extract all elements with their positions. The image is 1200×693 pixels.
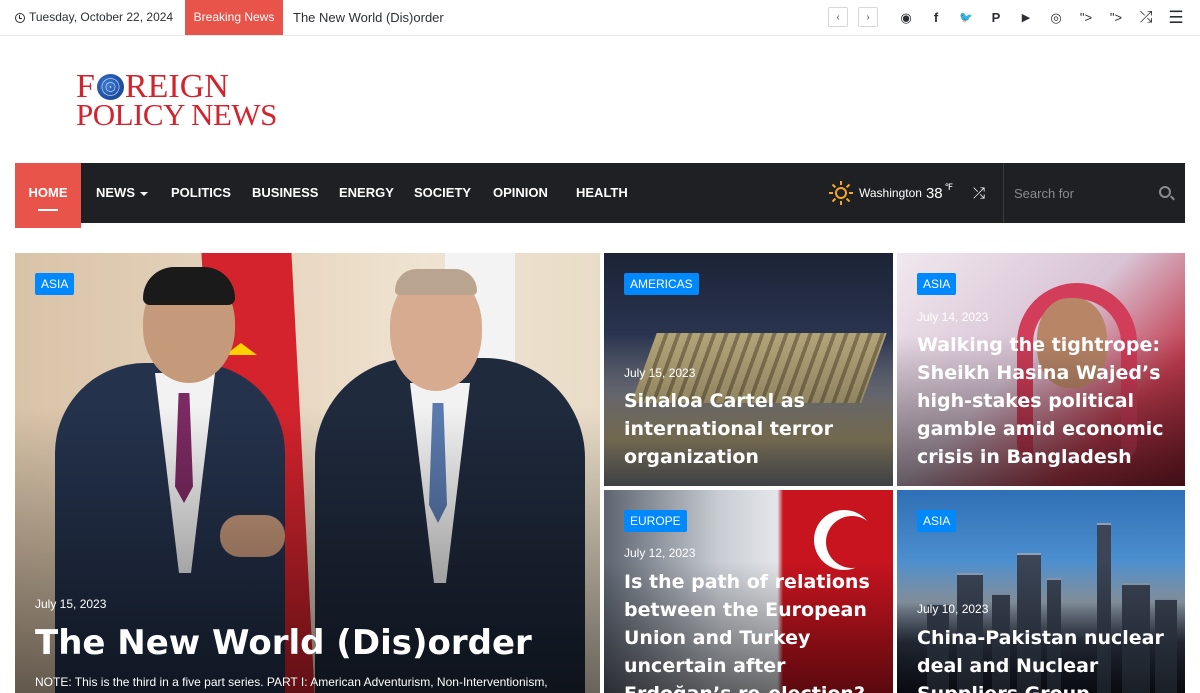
weather-unit: ℉ bbox=[944, 181, 954, 192]
post-title[interactable]: Sinaloa Cartel as international terror org… bbox=[624, 387, 833, 471]
ticker-next-button[interactable]: › bbox=[858, 7, 878, 27]
weather-temp: 38 bbox=[925, 184, 943, 202]
twitter-icon[interactable]: 🐦 bbox=[951, 0, 981, 35]
post-date: July 10, 2023 bbox=[917, 602, 989, 616]
nav-opinion[interactable]: Opinion bbox=[493, 163, 548, 223]
featured-post-3[interactable]: Europe July 12, 2023 Is the path of rela… bbox=[604, 490, 893, 693]
category-badge[interactable]: Americas bbox=[624, 273, 699, 295]
search-input[interactable] bbox=[1014, 181, 1144, 205]
pinterest-icon[interactable]: P bbox=[981, 0, 1011, 35]
nav-energy[interactable]: Energy bbox=[339, 163, 394, 223]
search-box bbox=[1003, 163, 1185, 223]
site-logo[interactable]: F REIGN POLICY NEWS bbox=[76, 70, 291, 132]
post-title[interactable]: Is the path of relations between the Euro… bbox=[624, 568, 870, 693]
ticker-prev-button[interactable]: ‹ bbox=[828, 7, 848, 27]
post-date: July 15, 2023 bbox=[624, 366, 696, 380]
featured-post-2[interactable]: Asia July 14, 2023 Walking the tightrope… bbox=[897, 253, 1185, 486]
ticker-controls: ‹ › bbox=[828, 7, 878, 27]
date-text: Tuesday, October 22, 2024 bbox=[29, 10, 174, 24]
random-article-icon[interactable]: ⤮ bbox=[968, 163, 990, 223]
post-title[interactable]: China-Pakistan nucleardeal and NuclearSu… bbox=[917, 624, 1164, 693]
random-article-icon[interactable]: ⤮ bbox=[1131, 0, 1161, 35]
chevron-down-icon bbox=[140, 191, 148, 196]
logo-line-2: POLICY NEWS bbox=[76, 97, 277, 132]
weather-city: Washington bbox=[859, 186, 922, 200]
search-icon[interactable] bbox=[1159, 186, 1171, 198]
nav-politics[interactable]: Politics bbox=[171, 163, 231, 223]
stray-text-1: "> bbox=[1079, 10, 1093, 25]
instagram-icon[interactable]: ◎ bbox=[1041, 0, 1071, 35]
stray-text-2: "> bbox=[1109, 10, 1123, 25]
youtube-icon[interactable]: ▶ bbox=[1011, 0, 1041, 35]
post-excerpt: NOTE: This is the third in a five part s… bbox=[35, 675, 548, 689]
post-date: July 14, 2023 bbox=[917, 310, 989, 324]
nav-business[interactable]: Business bbox=[252, 163, 318, 223]
menu-icon[interactable]: ☰ bbox=[1161, 0, 1191, 35]
nav-society[interactable]: Society bbox=[414, 163, 471, 223]
category-badge[interactable]: Asia bbox=[917, 273, 957, 295]
weather-widget: Washington 38 ℉ bbox=[829, 163, 953, 223]
sun-icon bbox=[829, 181, 853, 205]
clock-icon bbox=[15, 12, 25, 23]
nav-news[interactable]: News bbox=[96, 163, 148, 223]
social-links: ◉ f 🐦 P ▶ ◎ "> "> ⤮ ☰ bbox=[891, 0, 1191, 35]
rss-icon[interactable]: ◉ bbox=[891, 0, 921, 35]
featured-post-main[interactable]: Asia July 15, 2023 The New World (Dis)or… bbox=[15, 253, 600, 693]
post-title[interactable]: Walking the tightrope: Sheikh Hasina Waje… bbox=[917, 331, 1164, 471]
breaking-news-label: Breaking News bbox=[185, 0, 283, 35]
category-badge[interactable]: Europe bbox=[624, 510, 687, 532]
featured-post-4[interactable]: Asia July 10, 2023 China-Pakistan nuclea… bbox=[897, 490, 1185, 693]
post-title[interactable]: The New World (Dis)order bbox=[35, 623, 532, 663]
featured-post-1[interactable]: Americas July 15, 2023 Sinaloa Cartel as… bbox=[604, 253, 893, 486]
nav-home[interactable]: Home bbox=[15, 163, 81, 228]
post-date: July 15, 2023 bbox=[35, 597, 107, 611]
current-date: Tuesday, October 22, 2024 bbox=[15, 0, 173, 35]
category-badge[interactable]: Asia bbox=[917, 510, 957, 532]
category-badge[interactable]: Asia bbox=[35, 273, 75, 295]
nav-health[interactable]: Health bbox=[576, 163, 628, 223]
facebook-icon[interactable]: f bbox=[921, 0, 951, 35]
breaking-news-link[interactable]: The New World (Dis)order bbox=[293, 0, 444, 35]
main-navigation: Home News Politics Business Energy Socie… bbox=[15, 163, 1185, 228]
top-bar: Tuesday, October 22, 2024 Breaking News … bbox=[0, 0, 1200, 36]
post-date: July 12, 2023 bbox=[624, 546, 696, 560]
